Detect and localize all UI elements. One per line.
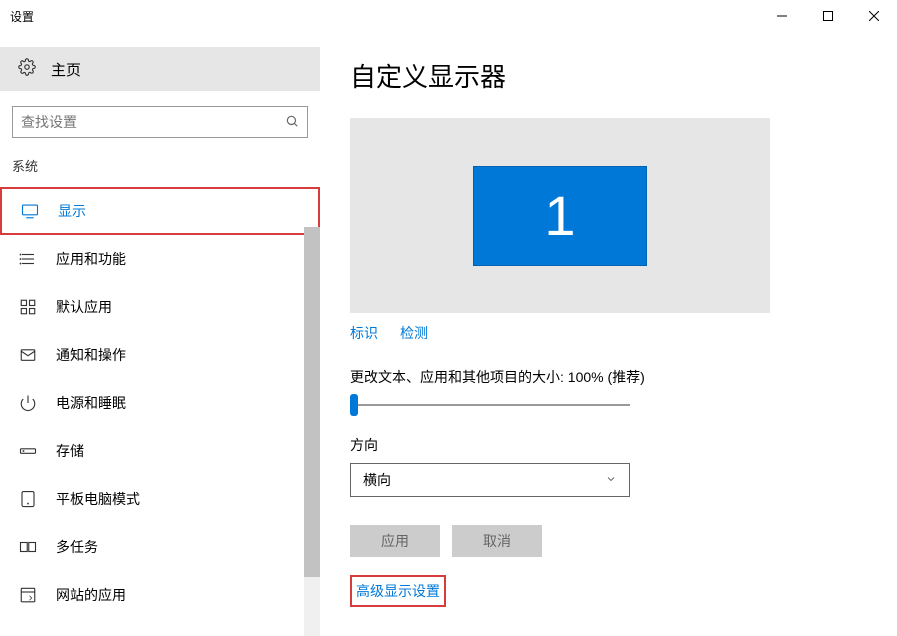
search-input-wrap[interactable] — [12, 106, 308, 138]
monitor-icon — [20, 201, 40, 221]
maximize-button[interactable] — [805, 0, 851, 32]
sidebar-item-multitask[interactable]: 多任务 — [0, 523, 320, 571]
scaling-label: 更改文本、应用和其他项目的大小: 100% (推荐) — [350, 367, 867, 387]
scrollbar-thumb[interactable] — [304, 227, 320, 577]
action-buttons: 应用 取消 — [350, 525, 867, 557]
sidebar-item-notifications[interactable]: 通知和操作 — [0, 331, 320, 379]
sidebar-item-label: 显示 — [58, 201, 86, 221]
page-title: 自定义显示器 — [350, 57, 867, 94]
sidebar-item-apps[interactable]: 应用和功能 — [0, 235, 320, 283]
sidebar-item-storage[interactable]: 存储 — [0, 427, 320, 475]
detect-link[interactable]: 检测 — [400, 323, 428, 343]
home-button[interactable]: 主页 — [0, 47, 320, 91]
display-preview: 1 — [350, 118, 770, 313]
main-content: 自定义显示器 1 标识 检测 更改文本、应用和其他项目的大小: 100% (推荐… — [320, 32, 897, 636]
sidebar-item-webapps[interactable]: 网站的应用 — [0, 571, 320, 619]
multitask-icon — [18, 537, 38, 557]
notification-icon — [18, 345, 38, 365]
search-icon — [285, 114, 299, 131]
default-apps-icon — [18, 297, 38, 317]
sidebar-item-label: 应用和功能 — [56, 249, 126, 269]
scaling-slider[interactable] — [350, 395, 630, 415]
search-input[interactable] — [21, 114, 285, 130]
webapps-icon — [18, 585, 38, 605]
minimize-button[interactable] — [759, 0, 805, 32]
nav-list: 显示 应用和功能 默认应用 通知和操作 — [0, 187, 320, 619]
display-links: 标识 检测 — [350, 323, 867, 343]
sidebar-item-label: 平板电脑模式 — [56, 489, 140, 509]
window-controls — [759, 0, 897, 32]
slider-track — [350, 404, 630, 406]
orientation-value: 横向 — [363, 470, 391, 490]
chevron-down-icon — [605, 472, 617, 488]
title-bar: 设置 — [0, 0, 897, 32]
sidebar-item-display[interactable]: 显示 — [0, 187, 320, 235]
advanced-display-link[interactable]: 高级显示设置 — [350, 575, 446, 607]
sidebar-item-label: 多任务 — [56, 537, 98, 557]
sidebar-item-label: 存储 — [56, 441, 84, 461]
slider-thumb[interactable] — [350, 394, 358, 416]
identify-link[interactable]: 标识 — [350, 323, 378, 343]
sidebar: 主页 系统 显示 应用和功能 — [0, 32, 320, 636]
sidebar-item-power[interactable]: 电源和睡眠 — [0, 379, 320, 427]
orientation-label: 方向 — [350, 435, 867, 455]
tablet-icon — [18, 489, 38, 509]
minimize-icon — [777, 11, 787, 21]
monitor-number: 1 — [544, 183, 575, 248]
scrollbar-track[interactable] — [304, 227, 320, 636]
list-icon — [18, 249, 38, 269]
sidebar-item-label: 默认应用 — [56, 297, 112, 317]
maximize-icon — [823, 11, 833, 21]
category-label: 系统 — [0, 156, 320, 175]
home-label: 主页 — [51, 59, 81, 80]
close-icon — [869, 11, 879, 21]
sidebar-item-label: 通知和操作 — [56, 345, 126, 365]
sidebar-item-label: 网站的应用 — [56, 585, 126, 605]
apply-button[interactable]: 应用 — [350, 525, 440, 557]
sidebar-item-label: 电源和睡眠 — [56, 393, 126, 413]
gear-icon — [18, 58, 36, 80]
sidebar-item-tablet[interactable]: 平板电脑模式 — [0, 475, 320, 523]
close-button[interactable] — [851, 0, 897, 32]
sidebar-item-default-apps[interactable]: 默认应用 — [0, 283, 320, 331]
window-title: 设置 — [10, 8, 34, 25]
cancel-button[interactable]: 取消 — [452, 525, 542, 557]
storage-icon — [18, 441, 38, 461]
power-icon — [18, 393, 38, 413]
orientation-select[interactable]: 横向 — [350, 463, 630, 497]
monitor-thumbnail[interactable]: 1 — [473, 166, 647, 266]
